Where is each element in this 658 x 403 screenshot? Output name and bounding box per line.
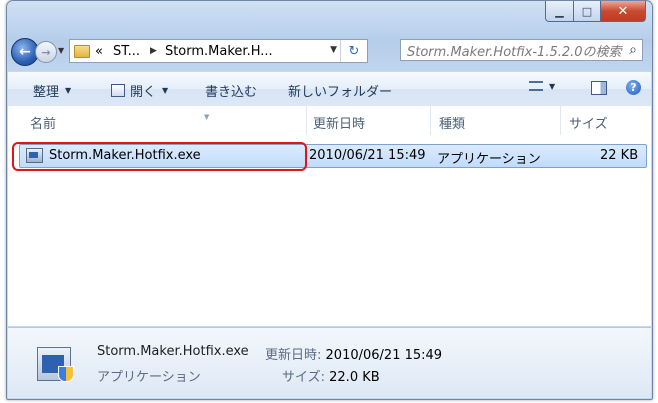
column-divider[interactable] bbox=[430, 106, 431, 135]
explorer-window: ▁ □ ✕ ← → ▼ « ST... ▶ Storm.Maker.H... ▼… bbox=[6, 0, 653, 400]
view-icon bbox=[529, 81, 543, 91]
address-segment-current[interactable]: Storm.Maker.H... bbox=[165, 44, 273, 59]
new-folder-label: 新しいフォルダー bbox=[288, 85, 393, 100]
open-button[interactable]: 開く ▼ bbox=[111, 81, 168, 100]
column-header-modified[interactable]: 更新日時 bbox=[313, 113, 365, 132]
help-button[interactable]: ? bbox=[626, 80, 641, 95]
organize-button[interactable]: 整理 ▼ bbox=[33, 81, 71, 100]
file-type: アプリケーション bbox=[437, 152, 541, 167]
details-modified-value: 2010/06/21 15:49 bbox=[325, 348, 443, 363]
new-folder-button[interactable]: 新しいフォルダー bbox=[288, 81, 392, 100]
address-bar[interactable]: « ST... ▶ Storm.Maker.H... ▼ ↻ bbox=[69, 39, 368, 63]
search-icon[interactable]: ⌕ bbox=[629, 42, 637, 58]
chevron-down-icon: ▼ bbox=[549, 81, 556, 91]
details-modified: 更新日時: 2010/06/21 15:49 bbox=[265, 344, 442, 363]
details-file-name: Storm.Maker.Hotfix.exe bbox=[97, 344, 249, 359]
details-size-label: サイズ: bbox=[282, 370, 325, 385]
back-arrow-icon: ← bbox=[19, 44, 31, 60]
sort-indicator-icon: ▼ bbox=[204, 113, 210, 121]
address-segment-parent[interactable]: ST... bbox=[113, 44, 140, 59]
file-list: 名前 ▼ 更新日時 種類 サイズ Storm.Maker.Hotfix.exe … bbox=[8, 106, 651, 326]
navigation-bar: ← → ▼ « ST... ▶ Storm.Maker.H... ▼ ↻ Sto… bbox=[11, 38, 647, 66]
burn-label: 書き込む bbox=[205, 85, 258, 100]
details-size: サイズ: 22.0 KB bbox=[282, 366, 380, 385]
caption-buttons: ▁ □ ✕ bbox=[545, 1, 646, 22]
open-icon bbox=[111, 84, 125, 97]
close-icon: ✕ bbox=[617, 3, 629, 19]
details-size-value: 22.0 KB bbox=[329, 370, 380, 385]
preview-pane-button[interactable] bbox=[591, 81, 607, 95]
close-button[interactable]: ✕ bbox=[601, 1, 646, 22]
maximize-button[interactable]: □ bbox=[574, 1, 601, 22]
change-view-button[interactable]: ▼ bbox=[529, 81, 555, 91]
file-modified: 2010/06/21 15:49 bbox=[309, 148, 426, 163]
forward-button[interactable]: → bbox=[35, 41, 57, 63]
minimize-button[interactable]: ▁ bbox=[545, 1, 574, 22]
burn-button[interactable]: 書き込む bbox=[205, 81, 257, 100]
column-divider[interactable] bbox=[306, 106, 307, 135]
maximize-icon: □ bbox=[581, 4, 593, 18]
search-input[interactable]: Storm.Maker.Hotfix-1.5.2.0の検索 ⌕ bbox=[400, 39, 643, 61]
chevron-down-icon: ▼ bbox=[162, 86, 169, 95]
recent-pages-chevron-icon[interactable]: ▼ bbox=[58, 46, 64, 55]
minimize-icon: ▁ bbox=[555, 4, 564, 18]
search-placeholder: Storm.Maker.Hotfix-1.5.2.0の検索 bbox=[407, 44, 622, 60]
forward-arrow-icon: → bbox=[41, 45, 51, 59]
refresh-button[interactable]: ↻ bbox=[340, 40, 367, 62]
address-dropdown-icon[interactable]: ▼ bbox=[330, 45, 337, 55]
address-separator-icon[interactable]: ▶ bbox=[150, 46, 157, 56]
column-divider[interactable] bbox=[560, 106, 561, 135]
file-size: 22 KB bbox=[600, 148, 639, 163]
open-label: 開く bbox=[130, 85, 157, 100]
chevron-down-icon: ▼ bbox=[65, 86, 72, 95]
details-pane: Storm.Maker.Hotfix.exe アプリケーション 更新日時: 20… bbox=[8, 327, 651, 398]
details-file-type: アプリケーション bbox=[97, 370, 201, 385]
command-bar: 整理 ▼ 開く ▼ 書き込む 新しいフォルダー ▼ ? bbox=[8, 71, 651, 107]
column-header-size[interactable]: サイズ bbox=[569, 113, 608, 132]
uac-shield-icon bbox=[58, 366, 74, 382]
annotation-highlight bbox=[12, 142, 307, 171]
address-overflow[interactable]: « bbox=[95, 44, 103, 59]
column-headers: 名前 ▼ 更新日時 種類 サイズ bbox=[8, 106, 651, 135]
application-large-icon bbox=[37, 347, 74, 382]
folder-icon bbox=[74, 44, 90, 58]
column-header-type[interactable]: 種類 bbox=[439, 113, 465, 132]
help-icon: ? bbox=[626, 80, 641, 95]
details-modified-label: 更新日時: bbox=[265, 348, 322, 363]
organize-label: 整理 bbox=[33, 85, 60, 100]
preview-pane-icon bbox=[591, 81, 607, 95]
column-header-name[interactable]: 名前 bbox=[30, 113, 56, 132]
